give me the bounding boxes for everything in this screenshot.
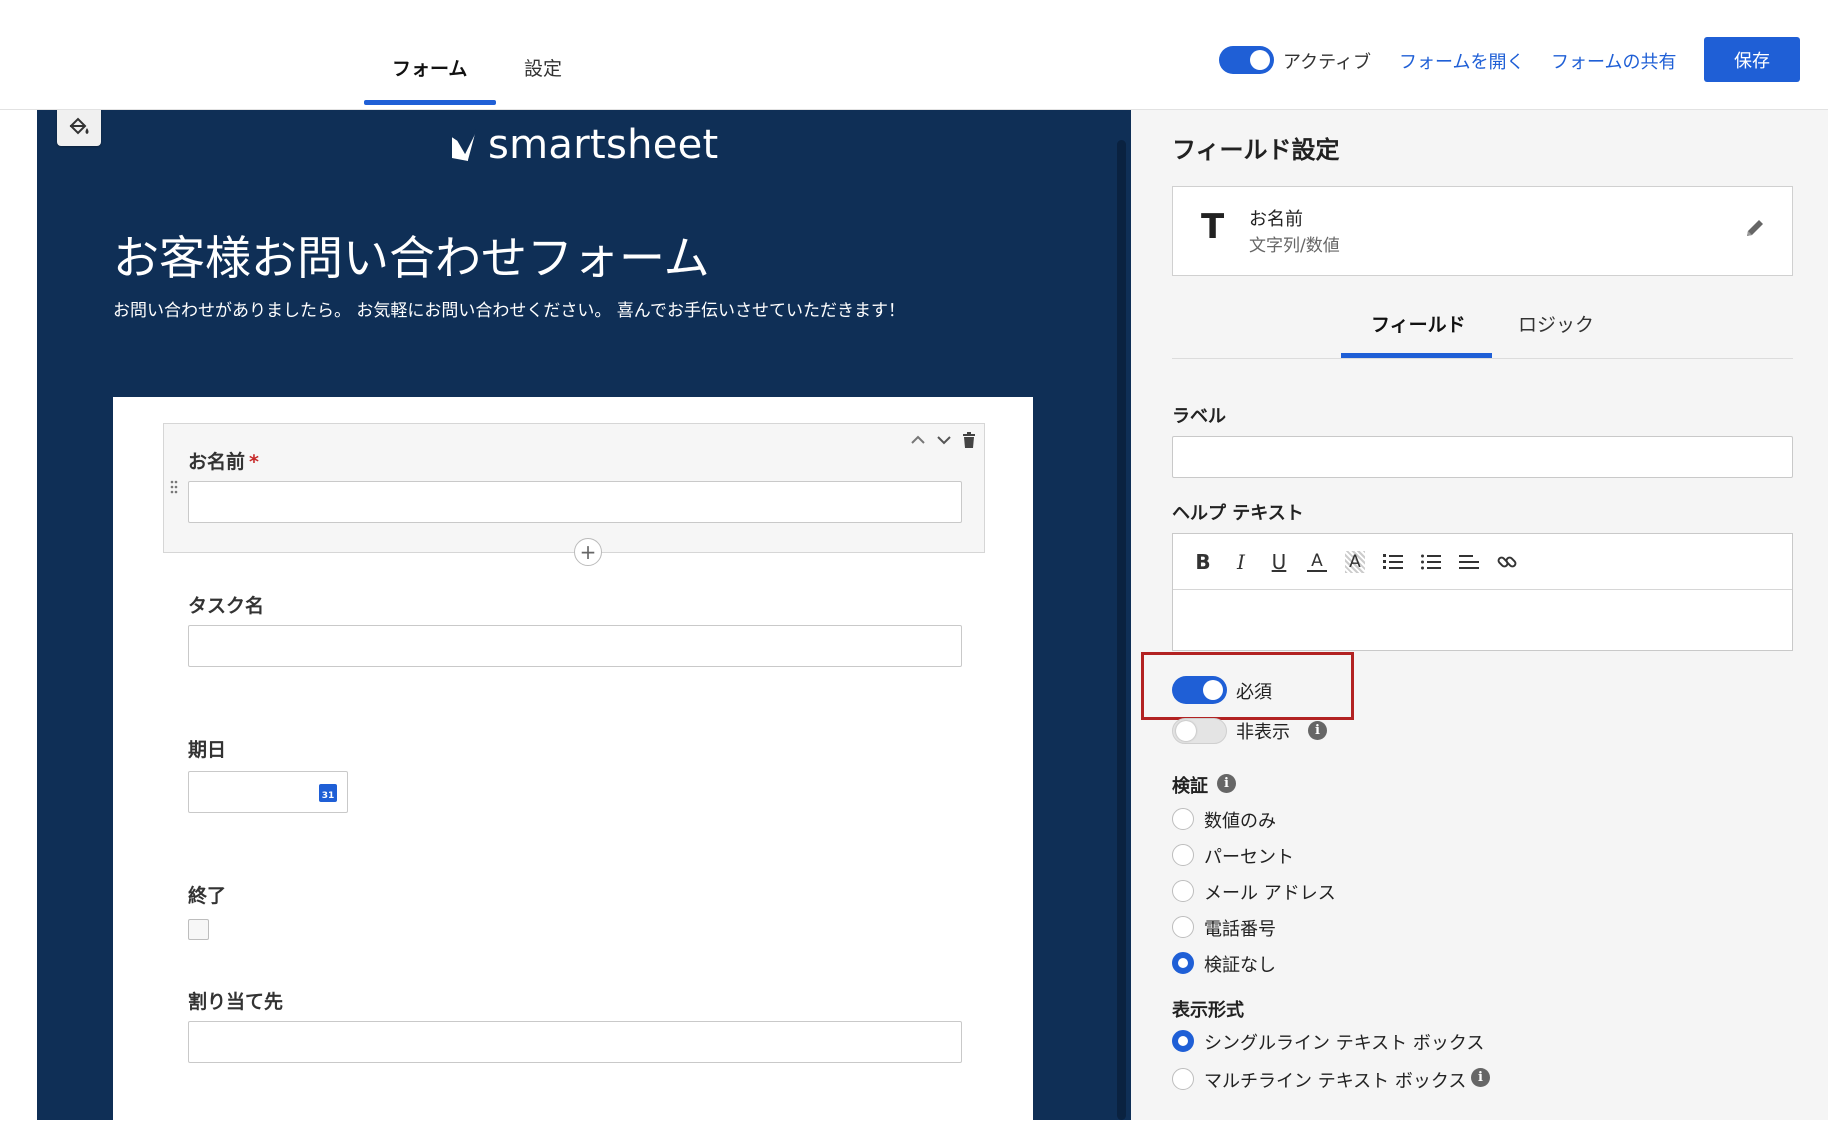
task-name-input[interactable] (188, 625, 962, 667)
pencil-icon[interactable] (1744, 217, 1766, 239)
radio-label-numbers-only: 数値のみ (1204, 811, 1276, 832)
tab-divider (1172, 358, 1793, 359)
field-label-name: お名前 * (188, 447, 259, 474)
radio-label-single-line: シングルライン テキスト ボックス (1204, 1033, 1485, 1054)
validation-info-icon[interactable]: i (1217, 774, 1236, 793)
editor-toolbar: B I U A A (1173, 534, 1792, 590)
share-form-link[interactable]: フォームの共有 (1551, 48, 1676, 74)
required-label: 必須 (1236, 682, 1272, 703)
canvas-scrollbar[interactable] (1117, 140, 1126, 1120)
validation-heading: 検証 (1172, 776, 1208, 797)
move-up-icon[interactable] (910, 434, 926, 446)
tab-logic[interactable]: ロジック (1518, 310, 1594, 337)
field-label-due: 期日 (188, 739, 227, 761)
radio-label-multi-line: マルチライン テキスト ボックス (1204, 1071, 1467, 1092)
radio-percent[interactable] (1172, 844, 1194, 866)
underline-icon[interactable]: U (1269, 550, 1289, 574)
tab-form[interactable]: フォーム (392, 54, 467, 81)
radio-label-email: メール アドレス (1204, 883, 1336, 904)
hidden-label: 非表示 (1236, 722, 1290, 743)
hidden-toggle[interactable] (1172, 718, 1227, 744)
form-card: お名前 * + タスク名 期日 31 終了 割り当て先 (113, 397, 1033, 1120)
field-label-task: タスク名 (188, 595, 265, 617)
active-tab-indicator (364, 100, 496, 105)
name-input[interactable] (188, 481, 962, 523)
smartsheet-logo: smartsheet (450, 122, 719, 168)
field-settings-panel: フィールド設定 T お名前 文字列/数値 フィールド ロジック ラベル ヘルプ … (1131, 110, 1828, 1120)
bold-icon[interactable]: B (1193, 550, 1213, 574)
highlight-color-icon[interactable]: A (1345, 550, 1365, 573)
field-type: 文字列/数値 (1249, 236, 1340, 256)
active-toggle[interactable] (1219, 46, 1274, 74)
link-icon[interactable] (1497, 551, 1517, 573)
save-button[interactable]: 保存 (1704, 37, 1800, 82)
required-star: * (249, 451, 259, 473)
active-label: アクティブ (1283, 52, 1372, 73)
selected-field-block[interactable]: お名前 * + (163, 423, 985, 566)
move-down-icon[interactable] (936, 434, 952, 446)
tab-field[interactable]: フィールド (1371, 310, 1466, 337)
toggle-knob (1203, 680, 1223, 700)
italic-icon[interactable]: I (1231, 550, 1251, 574)
field-label-assignee: 割り当て先 (188, 991, 284, 1013)
add-field-button[interactable]: + (574, 538, 602, 566)
plus-icon: + (579, 540, 597, 564)
radio-label-no-validation: 検証なし (1204, 955, 1276, 976)
tab-settings[interactable]: 設定 (524, 54, 562, 81)
field-name: お名前 (1249, 209, 1303, 230)
radio-numbers-only[interactable] (1172, 808, 1194, 830)
help-text-editor[interactable]: B I U A A (1172, 533, 1793, 651)
toggle-knob (1176, 721, 1196, 741)
label-heading: ラベル (1172, 406, 1226, 427)
required-toggle[interactable] (1172, 676, 1227, 704)
assignee-input[interactable] (188, 1021, 962, 1063)
trash-icon[interactable] (962, 432, 976, 448)
label-input[interactable] (1172, 436, 1793, 478)
radio-label-phone: 電話番号 (1204, 919, 1276, 940)
bulleted-list-icon[interactable] (1421, 551, 1441, 573)
radio-phone[interactable] (1172, 916, 1194, 938)
form-description[interactable]: お問い合わせがありましたら。 お気軽にお問い合わせください。 喜んでお手伝いさせ… (113, 296, 905, 321)
display-format-heading: 表示形式 (1172, 1000, 1244, 1021)
field-label-text: お名前 (188, 451, 246, 473)
logo-text: smartsheet (488, 122, 719, 168)
form-canvas: smartsheet お客様お問い合わせフォーム お問い合わせがありましたら。 … (37, 110, 1131, 1120)
radio-multi-line[interactable] (1172, 1068, 1194, 1090)
panel-title: フィールド設定 (1172, 136, 1340, 164)
text-type-icon: T (1201, 207, 1225, 247)
align-left-icon[interactable] (1459, 551, 1479, 573)
text-color-icon[interactable]: A (1307, 551, 1327, 572)
field-tools (910, 432, 976, 448)
smartsheet-check-icon (451, 129, 477, 161)
done-checkbox[interactable] (188, 919, 209, 940)
multi-line-info-icon[interactable]: i (1471, 1068, 1490, 1087)
hidden-info-icon[interactable]: i (1308, 721, 1327, 740)
field-label-done: 終了 (188, 885, 227, 907)
radio-email[interactable] (1172, 880, 1194, 902)
radio-single-line[interactable] (1172, 1030, 1194, 1052)
active-panel-tab-indicator (1341, 353, 1492, 358)
radio-label-percent: パーセント (1204, 847, 1294, 868)
drag-handle-icon[interactable] (170, 480, 178, 494)
field-summary-card: T お名前 文字列/数値 (1172, 186, 1793, 276)
theme-button[interactable] (57, 110, 101, 146)
radio-no-validation[interactable] (1172, 952, 1194, 974)
calendar-icon[interactable]: 31 (319, 784, 337, 802)
toggle-knob (1250, 50, 1270, 70)
open-form-link[interactable]: フォームを開く (1399, 48, 1524, 74)
top-bar: フォーム 設定 アクティブ フォームを開く フォームの共有 保存 (0, 0, 1828, 110)
numbered-list-icon[interactable] (1383, 551, 1403, 573)
paint-bucket-icon (69, 117, 89, 135)
form-title[interactable]: お客様お問い合わせフォーム (113, 222, 710, 288)
help-text-heading: ヘルプ テキスト (1172, 503, 1304, 524)
due-date-input[interactable]: 31 (188, 771, 348, 813)
